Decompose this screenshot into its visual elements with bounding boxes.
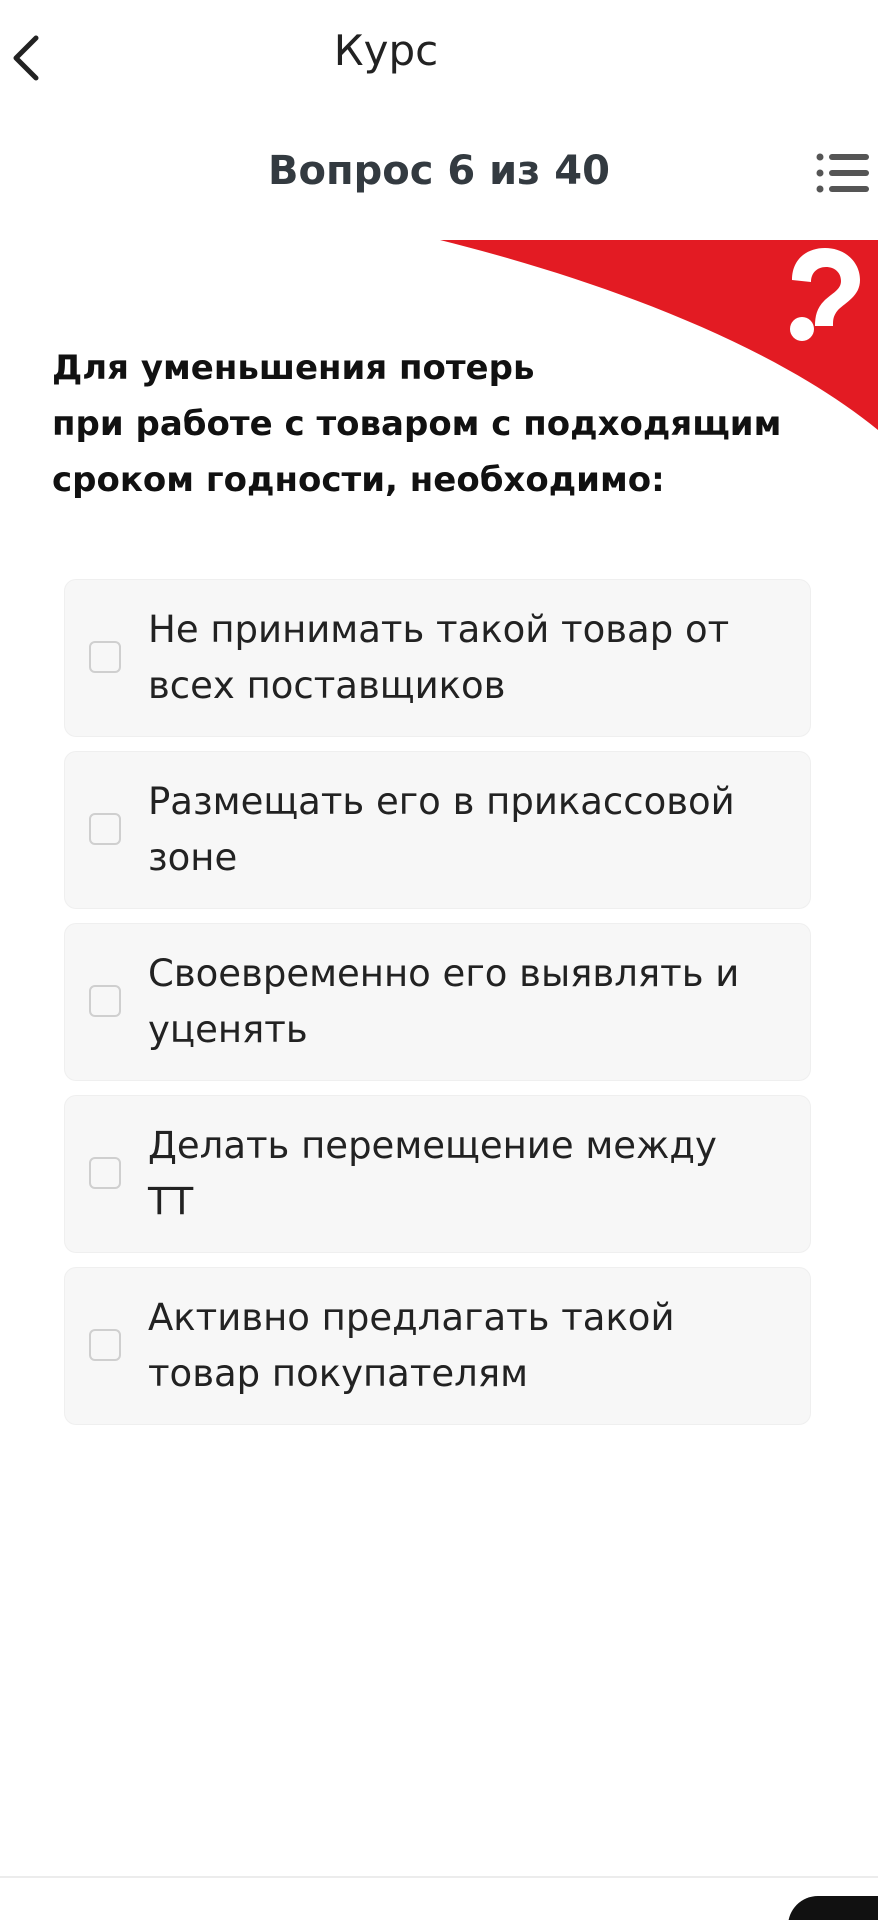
list-menu-icon bbox=[816, 153, 869, 193]
question-text: Для уменьшения потерь при работе с товар… bbox=[52, 340, 812, 508]
app-header: Курс bbox=[0, 0, 878, 110]
question-counter: Вопрос 6 из 40 bbox=[268, 148, 610, 194]
answer-label: Активно предлагать такой товар покупател… bbox=[148, 1296, 675, 1395]
bottom-action-button[interactable] bbox=[788, 1896, 878, 1920]
questions-menu-button[interactable] bbox=[815, 150, 871, 196]
answer-label: Своевременно его выявлять и уценять bbox=[148, 952, 740, 1051]
quiz-screen: Курс Вопрос 6 из 40 Для уменьшения потер… bbox=[0, 0, 878, 1920]
answer-checkbox[interactable] bbox=[89, 1157, 121, 1189]
question-progress: Вопрос 6 из 40 bbox=[0, 140, 878, 210]
question-line: Для уменьшения потерь bbox=[52, 348, 535, 388]
answer-label: Делать перемещение между ТТ bbox=[148, 1124, 717, 1223]
answer-checkbox[interactable] bbox=[89, 641, 121, 673]
answer-label: Не принимать такой товар от всех поставщ… bbox=[148, 608, 730, 707]
bottom-divider bbox=[0, 1876, 878, 1878]
answer-option[interactable]: Не принимать такой товар от всех поставщ… bbox=[64, 579, 811, 737]
answer-checkbox[interactable] bbox=[89, 813, 121, 845]
answer-label: Размещать его в прикассовой зоне bbox=[148, 780, 735, 879]
answer-option[interactable]: Делать перемещение между ТТ bbox=[64, 1095, 811, 1253]
question-line: при работе с товаром с подходящим bbox=[52, 404, 782, 444]
answer-option[interactable]: Активно предлагать такой товар покупател… bbox=[64, 1267, 811, 1425]
answer-option[interactable]: Своевременно его выявлять и уценять bbox=[64, 923, 811, 1081]
answer-checkbox[interactable] bbox=[89, 985, 121, 1017]
answer-option[interactable]: Размещать его в прикассовой зоне bbox=[64, 751, 811, 909]
question-line: сроком годности, необходимо: bbox=[52, 460, 665, 500]
page-title: Курс bbox=[333, 26, 439, 75]
answer-checkbox[interactable] bbox=[89, 1329, 121, 1361]
answer-options: Не принимать такой товар от всех поставщ… bbox=[64, 579, 811, 1439]
